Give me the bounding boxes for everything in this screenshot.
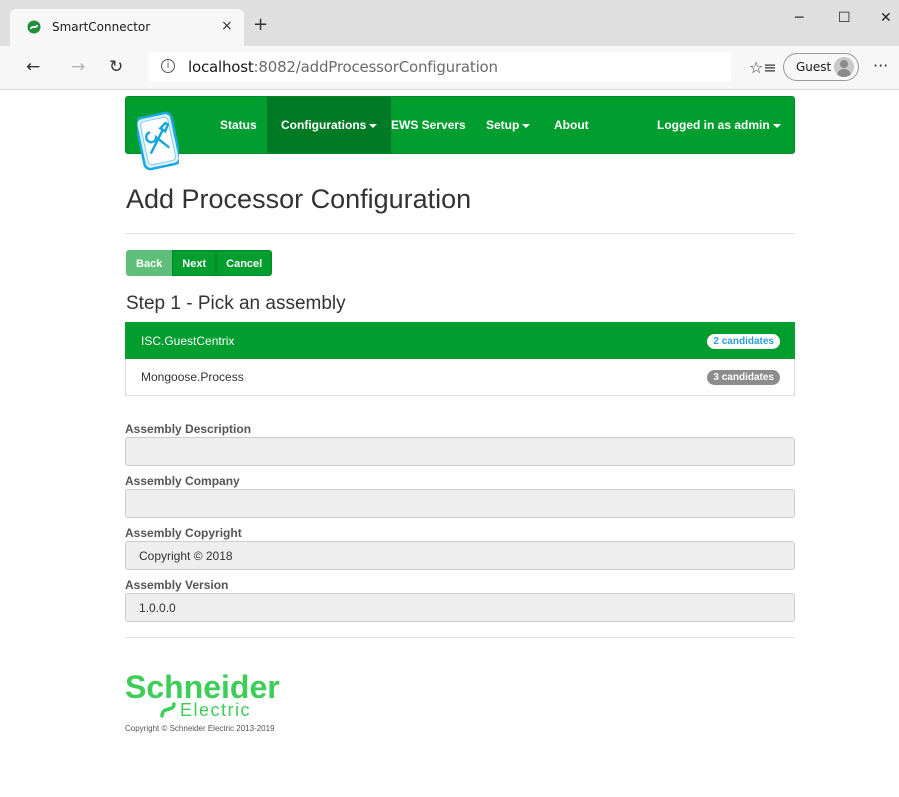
schneider-electric-logo: Schneider Electric	[125, 669, 280, 720]
nav-status-label: Status	[220, 118, 257, 132]
cancel-button[interactable]: Cancel	[216, 250, 273, 276]
nav-configurations[interactable]: Configurations	[267, 97, 392, 153]
app-navbar: Status Configurations EWS Servers Setup …	[125, 96, 795, 171]
browser-tab-bar: SmartConnector × + ─ ☐ ✕	[0, 0, 899, 46]
forward-arrow-icon[interactable]: →	[71, 57, 85, 77]
assembly-name: ISC.GuestCentrix	[141, 334, 235, 348]
address-path: :8082/addProcessorConfiguration	[253, 58, 498, 76]
address-url[interactable]: localhost:8082/addProcessorConfiguration	[188, 58, 498, 76]
user-menu-label: Logged in as admin	[657, 118, 770, 132]
caret-down-icon	[369, 123, 378, 128]
new-tab-icon[interactable]: +	[253, 16, 268, 34]
nav-ews-servers[interactable]: EWS Servers	[391, 97, 466, 153]
assembly-list: ISC.GuestCentrix 2 candidates Mongoose.P…	[125, 322, 795, 396]
user-menu[interactable]: Logged in as admin	[657, 97, 781, 153]
caret-down-icon	[772, 123, 781, 128]
browser-tab[interactable]: SmartConnector ×	[10, 9, 244, 46]
back-button[interactable]: Back	[126, 250, 173, 276]
address-host: localhost	[188, 58, 254, 76]
nav-about-label: About	[554, 118, 589, 132]
site-info-icon[interactable]: i	[161, 59, 175, 73]
smartconnector-favicon-icon	[27, 20, 41, 34]
maximize-icon[interactable]: ☐	[838, 10, 851, 26]
next-button[interactable]: Next	[172, 250, 217, 276]
smartconnector-logo-icon[interactable]	[137, 109, 179, 173]
list-item[interactable]: Mongoose.Process 3 candidates	[125, 359, 795, 396]
nav-setup-label: Setup	[486, 118, 520, 132]
candidates-badge: 2 candidates	[707, 334, 780, 349]
minimize-icon[interactable]: ─	[795, 10, 803, 26]
browser-toolbar: ← → ↻ i localhost:8082/addProcessorConfi…	[0, 46, 899, 90]
nav-about[interactable]: About	[554, 97, 589, 153]
tab-close-icon[interactable]: ×	[221, 18, 233, 34]
assembly-version-field: 1.0.0.0	[125, 593, 795, 622]
profile-label: Guest	[796, 60, 832, 74]
assembly-name: Mongoose.Process	[141, 370, 244, 384]
assembly-description-label: Assembly Description	[125, 422, 252, 436]
back-arrow-icon[interactable]: ←	[26, 57, 40, 77]
tab-title: SmartConnector	[52, 20, 151, 34]
refresh-icon[interactable]: ↻	[109, 57, 123, 77]
assembly-description-field	[125, 437, 795, 466]
nav-ews-servers-label: EWS Servers	[391, 118, 466, 132]
more-options-icon[interactable]: ···	[873, 56, 888, 75]
list-item[interactable]: ISC.GuestCentrix 2 candidates	[125, 322, 795, 359]
profile-button[interactable]: Guest	[783, 53, 859, 81]
nav-setup[interactable]: Setup	[486, 97, 531, 153]
assembly-copyright-label: Assembly Copyright	[125, 526, 242, 540]
assembly-company-field	[125, 489, 795, 518]
title-divider	[125, 233, 795, 234]
assembly-copyright-field: Copyright © 2018	[125, 541, 795, 570]
nav-configurations-label: Configurations	[281, 118, 367, 132]
wizard-button-group: Back Next Cancel	[126, 250, 273, 276]
caret-down-icon	[522, 123, 531, 128]
footer-divider	[125, 637, 795, 638]
address-bar[interactable]: i localhost:8082/addProcessorConfigurati…	[148, 52, 731, 82]
assembly-company-label: Assembly Company	[125, 474, 240, 488]
candidates-badge: 3 candidates	[707, 370, 780, 385]
favorites-icon[interactable]: ☆≡	[749, 58, 777, 77]
assembly-version-label: Assembly Version	[125, 578, 229, 592]
avatar-icon	[834, 57, 854, 77]
footer-copyright: Copyright © Schneider Electric 2013-2019	[125, 724, 275, 733]
nav-status[interactable]: Status	[220, 97, 257, 153]
step-title: Step 1 - Pick an assembly	[126, 293, 346, 314]
logo-line2: Electric	[180, 700, 251, 720]
close-window-icon[interactable]: ✕	[880, 10, 892, 26]
page-title: Add Processor Configuration	[126, 184, 472, 214]
